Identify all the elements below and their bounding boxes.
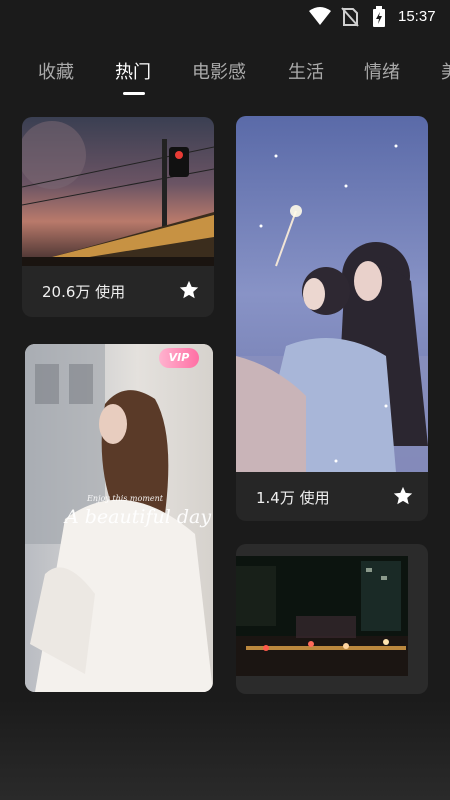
tab-mood[interactable]: 情绪 <box>364 58 400 84</box>
tab-favorites[interactable]: 收藏 <box>38 58 74 84</box>
bottom-fade <box>0 700 450 800</box>
tab-life[interactable]: 生活 <box>288 58 324 84</box>
overlay-caption-large: A beautiful day <box>65 506 212 528</box>
tab-cinematic[interactable]: 电影感 <box>192 58 246 84</box>
template-card[interactable]: 20.6万 使用 <box>22 117 214 317</box>
star-icon[interactable] <box>392 485 414 507</box>
template-card[interactable] <box>236 544 428 694</box>
category-tabs: 收藏 热门 电影感 生活 情绪 美 <box>0 58 450 98</box>
template-card[interactable]: 1.4万 使用 <box>236 116 428 521</box>
tab-indicator <box>123 92 145 95</box>
no-sim-icon <box>341 7 359 31</box>
template-card[interactable]: VIP Enjoy this moment A beautiful day <box>25 344 213 692</box>
template-thumbnail <box>236 116 428 472</box>
vip-badge: VIP <box>159 348 199 368</box>
overlay-caption-small: Enjoy this moment <box>87 494 164 503</box>
usage-count: 1.4万 使用 <box>256 489 330 507</box>
clock: 15:37 <box>398 8 436 25</box>
battery-charging-icon <box>372 6 386 32</box>
card-footer: 1.4万 使用 <box>236 473 428 521</box>
status-bar: 15:37 <box>0 0 450 34</box>
template-thumbnail <box>22 117 214 266</box>
wifi-icon <box>308 6 332 30</box>
usage-count: 20.6万 使用 <box>42 283 126 301</box>
star-icon[interactable] <box>178 279 200 301</box>
tab-beauty[interactable]: 美 <box>441 58 450 84</box>
card-footer: 20.6万 使用 <box>22 267 214 317</box>
tab-hot[interactable]: 热门 <box>115 58 151 84</box>
template-thumbnail <box>236 556 408 676</box>
